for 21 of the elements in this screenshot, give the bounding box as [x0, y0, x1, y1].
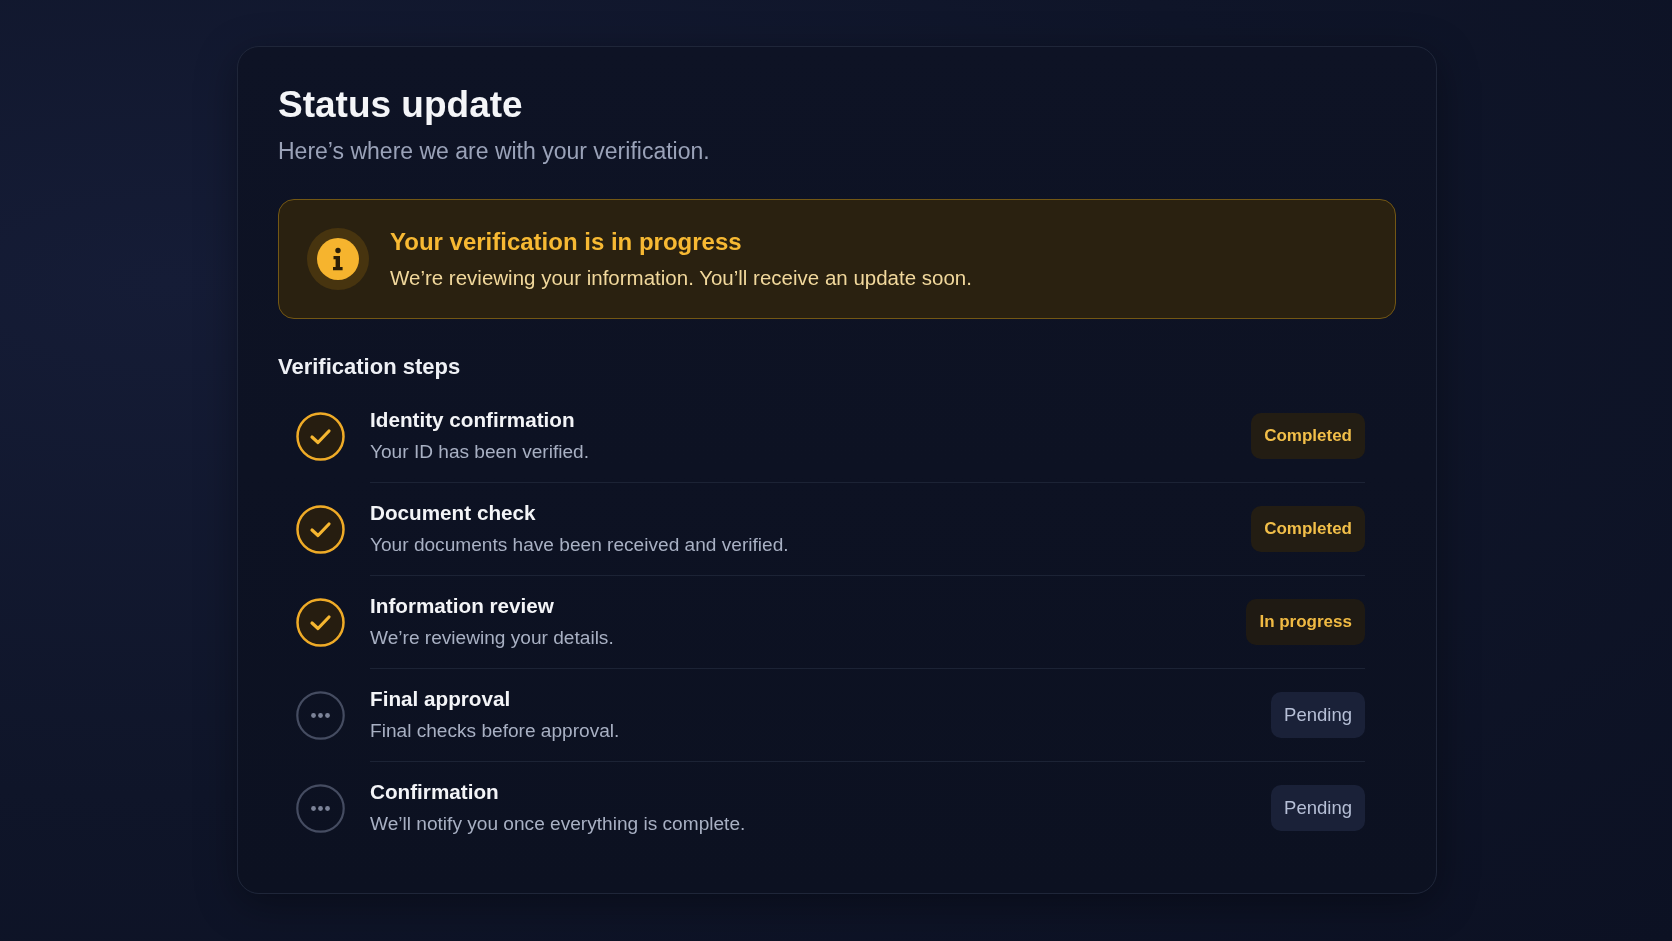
step-title: Final approval: [370, 686, 512, 712]
step-description: Your ID has been verified.: [370, 440, 589, 464]
step-description: We’re reviewing your details.: [370, 626, 614, 650]
step-title: Document check: [370, 500, 537, 526]
page-subtitle: Here’s where we are with your verification.: [278, 137, 711, 165]
step-description: Your documents have been received and verified.: [370, 533, 789, 557]
status-badge: Pending: [1271, 692, 1365, 738]
status-badge: Completed: [1251, 413, 1365, 459]
info-icon: [307, 228, 369, 290]
step-title: Information review: [370, 593, 555, 619]
status-badge: In progress: [1246, 599, 1365, 645]
status-badge: Pending: [1271, 785, 1365, 831]
step-title: Identity confirmation: [370, 407, 576, 433]
step-title: Confirmation: [370, 779, 500, 805]
section-heading: Verification steps: [278, 353, 462, 381]
page-title: Status update: [278, 83, 524, 127]
step-description: We’ll notify you once everything is complete.: [370, 812, 746, 836]
alert-title: Your verification is in progress: [390, 227, 743, 257]
status-badge: Completed: [1251, 506, 1365, 552]
alert-message: We’re reviewing your information. You’ll receive an update soon.: [390, 265, 972, 291]
step-description: Final checks before approval.: [370, 719, 620, 743]
